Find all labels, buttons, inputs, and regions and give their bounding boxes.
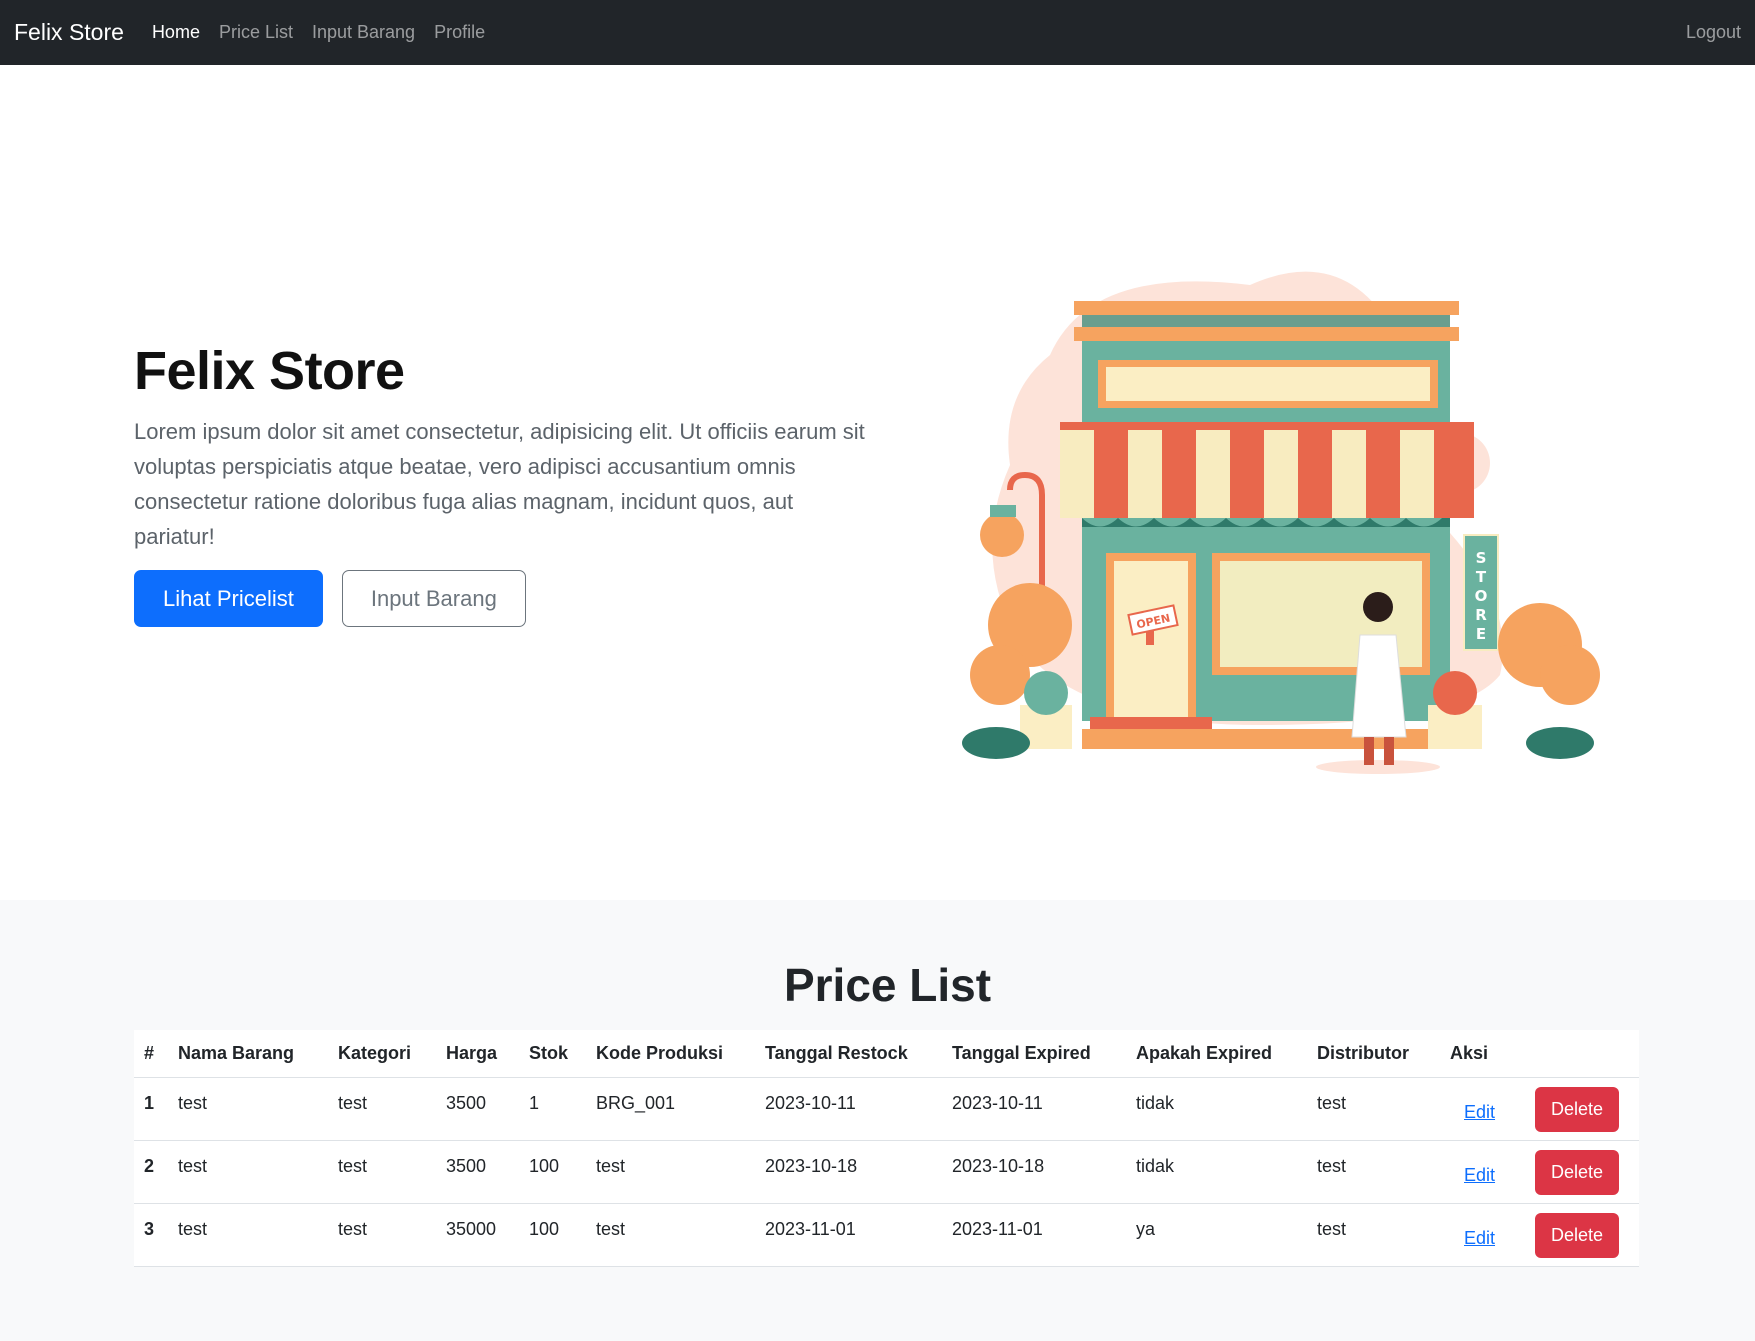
cell-apakah-expired: tidak xyxy=(1126,1140,1307,1204)
col-header-apakah-expired: Apakah Expired xyxy=(1126,1030,1307,1078)
lihat-pricelist-button[interactable]: Lihat Pricelist xyxy=(134,570,323,627)
hero-lead-text: Lorem ipsum dolor sit amet consectetur, … xyxy=(134,419,865,549)
cell-tanggal-restock: 2023-11-01 xyxy=(755,1203,942,1267)
store-sign-t: T xyxy=(1476,568,1487,586)
col-header-distributor: Distributor xyxy=(1307,1030,1440,1078)
delete-button[interactable]: Delete xyxy=(1535,1149,1620,1195)
input-barang-button[interactable]: Input Barang xyxy=(341,570,526,627)
price-list-title: Price List xyxy=(783,959,992,1011)
col-header-nama-barang: Nama Barang xyxy=(168,1030,328,1078)
cell-aksi: Edit Delete xyxy=(1440,1077,1639,1141)
cell-aksi: Edit Delete xyxy=(1440,1140,1639,1204)
cell-tanggal-expired: 2023-10-18 xyxy=(942,1140,1126,1204)
hero-section: Felix Store Lorem ipsum dolor sit amet c… xyxy=(0,65,1755,900)
cell-kategori: test xyxy=(328,1203,436,1267)
navbar-brand[interactable]: Felix Store xyxy=(14,19,124,46)
nav-links: Home Price List Input Barang Profile xyxy=(152,22,485,43)
cell-tanggal-expired: 2023-11-01 xyxy=(942,1203,1126,1267)
table-row: 3 test test 35000 100 test 2023-11-01 20… xyxy=(134,1203,1639,1267)
price-table: # Nama Barang Kategori Harga Stok Kode P… xyxy=(134,1030,1639,1267)
hero-title: Felix Store xyxy=(134,341,405,401)
table-row: 1 test test 3500 1 BRG_001 2023-10-11 20… xyxy=(134,1077,1639,1141)
col-header-number: # xyxy=(134,1030,168,1078)
store-illustration: OPEN S T O R E xyxy=(962,271,1600,774)
cell-nama-barang: test xyxy=(168,1077,328,1141)
edit-link[interactable]: Edit xyxy=(1464,1228,1495,1249)
edit-link[interactable]: Edit xyxy=(1464,1165,1495,1186)
cell-distributor: test xyxy=(1307,1140,1440,1204)
cell-kode-produksi: test xyxy=(586,1203,755,1267)
nav-input-barang[interactable]: Input Barang xyxy=(312,22,415,43)
cell-harga: 35000 xyxy=(436,1203,519,1267)
cell-harga: 3500 xyxy=(436,1140,519,1204)
logout-link[interactable]: Logout xyxy=(1686,22,1741,43)
cell-number: 1 xyxy=(134,1077,168,1141)
store-sign-o: O xyxy=(1475,587,1488,605)
cell-nama-barang: test xyxy=(168,1203,328,1267)
store-sign-r: R xyxy=(1475,606,1487,624)
price-table-container: # Nama Barang Kategori Harga Stok Kode P… xyxy=(134,1030,1639,1267)
cell-number: 3 xyxy=(134,1203,168,1267)
cell-stok: 100 xyxy=(519,1203,586,1267)
cell-stok: 100 xyxy=(519,1140,586,1204)
col-header-tanggal-expired: Tanggal Expired xyxy=(942,1030,1126,1078)
col-header-kode-produksi: Kode Produksi xyxy=(586,1030,755,1078)
store-sign-s: S xyxy=(1476,549,1487,567)
cell-number: 2 xyxy=(134,1140,168,1204)
table-row: 2 test test 3500 100 test 2023-10-18 202… xyxy=(134,1140,1639,1204)
cell-tanggal-restock: 2023-10-18 xyxy=(755,1140,942,1204)
cell-distributor: test xyxy=(1307,1077,1440,1141)
cell-apakah-expired: tidak xyxy=(1126,1077,1307,1141)
navbar: Felix Store Home Price List Input Barang… xyxy=(0,0,1755,65)
nav-price-list[interactable]: Price List xyxy=(219,22,293,43)
cell-kategori: test xyxy=(328,1140,436,1204)
cell-apakah-expired: ya xyxy=(1126,1203,1307,1267)
delete-button[interactable]: Delete xyxy=(1535,1212,1620,1258)
cell-harga: 3500 xyxy=(436,1077,519,1141)
col-header-aksi: Aksi xyxy=(1440,1030,1639,1078)
price-list-section: Price List # Nama Barang Kategori Harga … xyxy=(0,900,1755,1341)
nav-profile[interactable]: Profile xyxy=(434,22,485,43)
cell-aksi: Edit Delete xyxy=(1440,1203,1639,1267)
cell-kode-produksi: BRG_001 xyxy=(586,1077,755,1141)
hero-buttons: Lihat Pricelist Input Barang xyxy=(134,570,526,627)
col-header-kategori: Kategori xyxy=(328,1030,436,1078)
col-header-harga: Harga xyxy=(436,1030,519,1078)
cell-distributor: test xyxy=(1307,1203,1440,1267)
edit-link[interactable]: Edit xyxy=(1464,1102,1495,1123)
store-sign-e: E xyxy=(1476,625,1486,643)
col-header-stok: Stok xyxy=(519,1030,586,1078)
col-header-tanggal-restock: Tanggal Restock xyxy=(755,1030,942,1078)
nav-home[interactable]: Home xyxy=(152,22,200,43)
table-header-row: # Nama Barang Kategori Harga Stok Kode P… xyxy=(134,1030,1639,1078)
cell-nama-barang: test xyxy=(168,1140,328,1204)
cell-kode-produksi: test xyxy=(586,1140,755,1204)
cell-stok: 1 xyxy=(519,1077,586,1141)
cell-tanggal-restock: 2023-10-11 xyxy=(755,1077,942,1141)
delete-button[interactable]: Delete xyxy=(1535,1086,1620,1132)
cell-tanggal-expired: 2023-10-11 xyxy=(942,1077,1126,1141)
cell-kategori: test xyxy=(328,1077,436,1141)
